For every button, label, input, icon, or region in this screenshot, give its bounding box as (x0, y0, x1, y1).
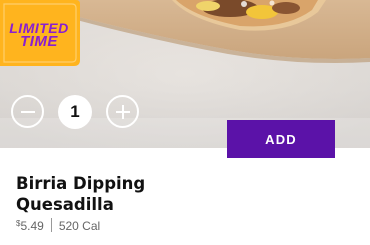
increase-quantity-button[interactable] (106, 95, 139, 128)
menu-item-card: LIMITED TIME 1 ADD Birria Dipping Quesad… (0, 0, 370, 245)
item-meta: $5.49 520 Cal (16, 218, 100, 233)
limited-time-badge: LIMITED TIME (0, 0, 80, 66)
item-title: Birria Dipping Quesadilla (16, 174, 146, 214)
badge-text-time: TIME (20, 33, 58, 50)
quantity-value: 1 (58, 95, 92, 129)
quantity-stepper: 1 (11, 95, 141, 131)
item-calories: 520 Cal (58, 219, 101, 233)
item-price: 5.49 (20, 219, 44, 233)
minus-icon (20, 110, 35, 113)
meta-divider (50, 218, 52, 232)
decrease-quantity-button[interactable] (11, 95, 44, 128)
add-button[interactable]: ADD (227, 120, 335, 158)
plus-icon (121, 104, 124, 119)
